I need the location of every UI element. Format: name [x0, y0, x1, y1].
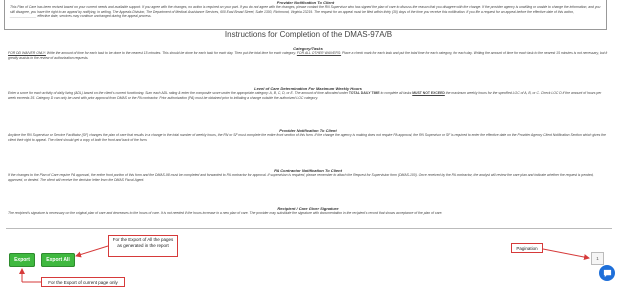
chat-launcher-button[interactable] — [599, 265, 615, 281]
pa-contractor-text: If the changes to the Plan of Care requi… — [8, 173, 594, 182]
client-notice-text: This Plan of Care has been revised based… — [10, 5, 601, 19]
loc-text-2: to complete all tasks — [379, 91, 413, 95]
section-pa-contractor: PA Contractor Notification To Client If … — [8, 168, 608, 182]
must-not-exceed: MUST NOT EXCEED — [412, 91, 445, 95]
pagination-callout: Pagination — [511, 243, 543, 253]
dd-waiver-lead: FOR DD WAIVER ONLY: — [8, 51, 46, 55]
section-level-of-care: Level of Care Determination For Maximum … — [8, 86, 608, 100]
other-waivers-lead: FOR ALL OTHER WAIVERS: — [296, 51, 342, 55]
signature-text: The recipient's signature is necessary o… — [8, 211, 443, 215]
page-title: Instructions for Completion of the DMAS-… — [224, 30, 393, 39]
chat-bubble-icon — [603, 269, 611, 277]
divider — [6, 228, 612, 229]
pagination-page-1[interactable]: 1 — [591, 252, 604, 265]
loc-text-1: Enter a score for each activity of daily… — [8, 91, 349, 95]
level-of-care-text: Enter a score for each activity of daily… — [8, 91, 608, 100]
export-callout: For the Export of current page only — [41, 277, 125, 287]
provider-notification-text: Anytime the RN Supervisor or Service Fac… — [8, 133, 606, 142]
export-all-button[interactable]: Export All — [41, 253, 75, 267]
export-button[interactable]: Export — [9, 253, 35, 267]
section-signature: Recipient / Care Giver Signature The rec… — [8, 206, 608, 216]
client-notice-box: Provider Notification To Client This Pla… — [4, 0, 607, 30]
section-category-tasks: Category/Tasks FOR DD WAIVER ONLY: Write… — [8, 46, 608, 60]
dd-waiver-text: Write the amount of time for each task t… — [45, 51, 297, 55]
category-tasks-text: FOR DD WAIVER ONLY: Write the amount of … — [8, 51, 608, 60]
section-provider-notification: Provider Notification To Client Anytime … — [8, 128, 608, 142]
export-all-callout: For the Export of All the pages as gener… — [108, 235, 178, 257]
total-daily-time: TOTAL DAILY TIME — [348, 91, 380, 95]
